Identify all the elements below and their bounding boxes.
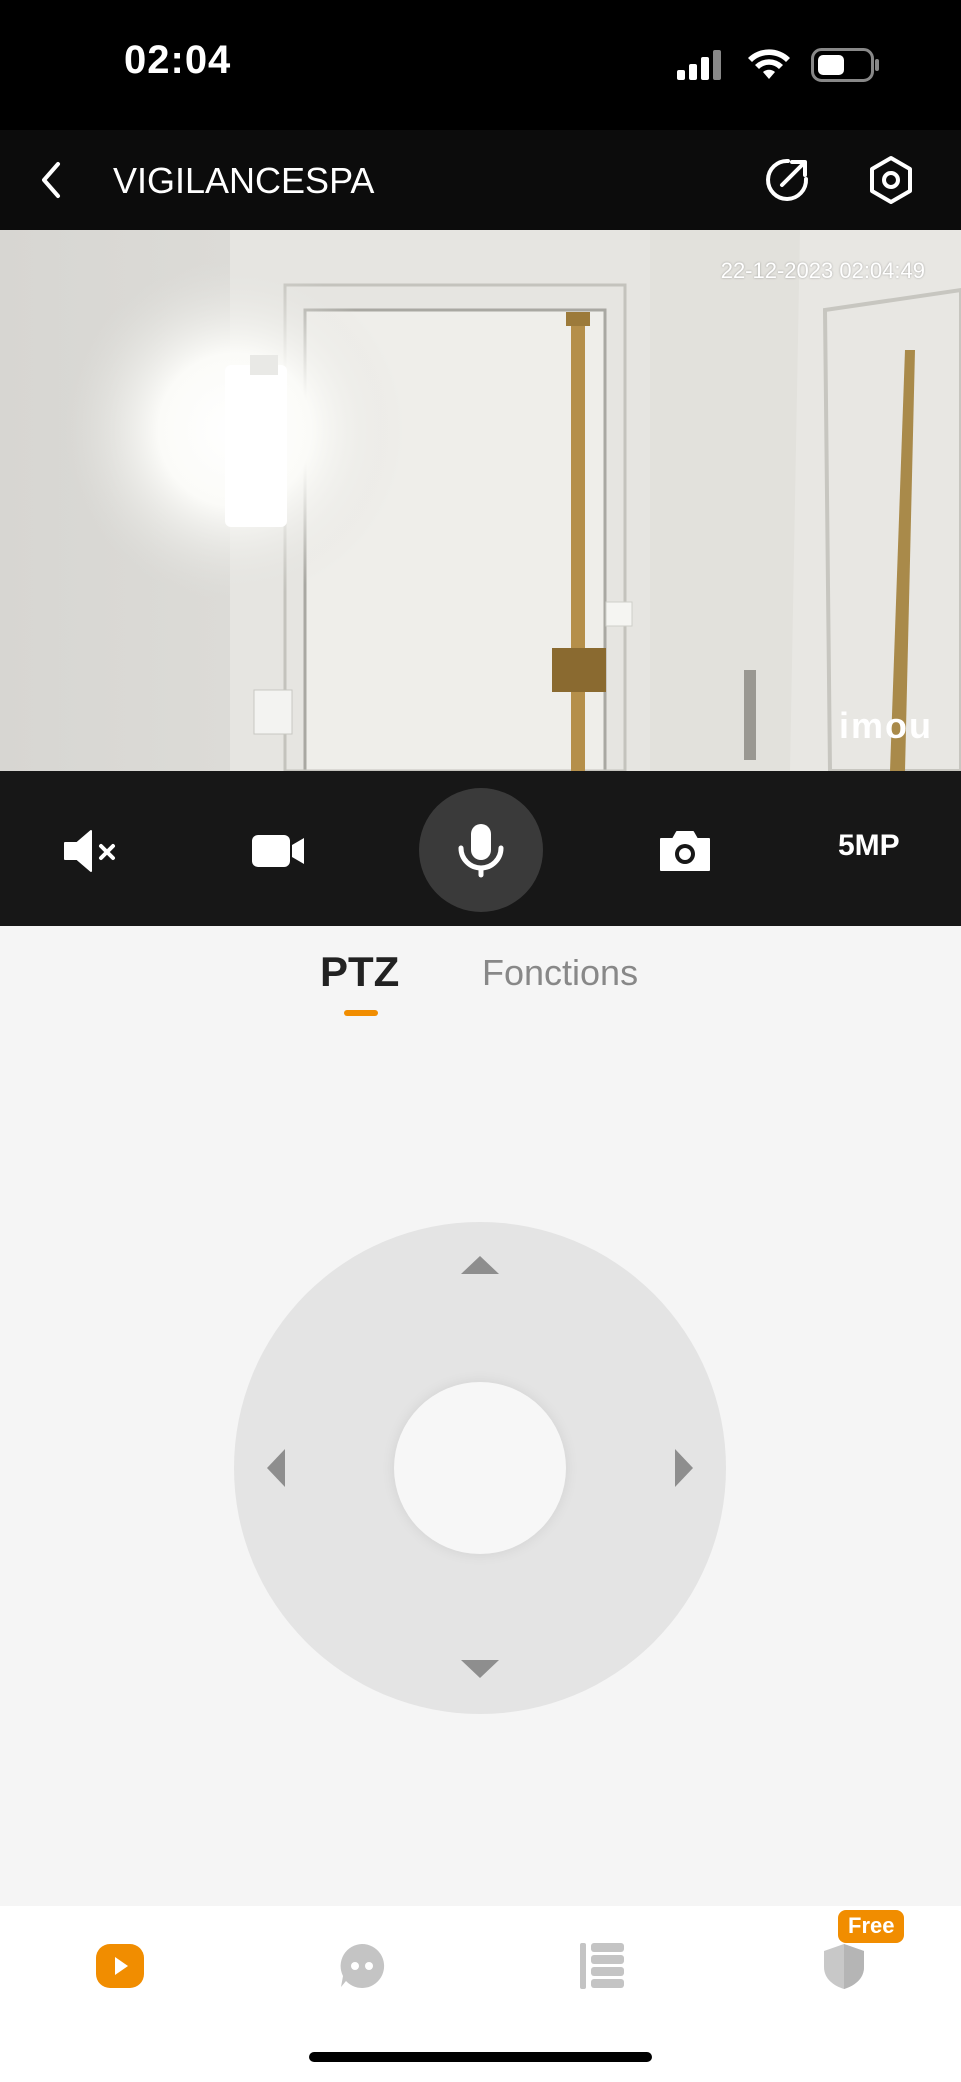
wifi-icon bbox=[748, 49, 790, 79]
video-record-icon bbox=[252, 835, 304, 867]
brand-logo: imou bbox=[839, 705, 933, 746]
status-icons bbox=[677, 48, 881, 82]
home-indicator[interactable] bbox=[309, 2052, 652, 2062]
ptz-right-arrow-icon[interactable] bbox=[675, 1449, 693, 1487]
list-icon bbox=[580, 1943, 624, 1989]
live-controls: 5MP bbox=[0, 771, 961, 926]
ptz-joystick[interactable] bbox=[234, 1222, 726, 1714]
ptz-down-arrow-icon[interactable] bbox=[461, 1660, 499, 1678]
battery-icon bbox=[811, 48, 879, 82]
mute-button[interactable] bbox=[56, 816, 126, 886]
chevron-left-icon bbox=[42, 162, 60, 198]
active-tab-indicator bbox=[344, 1010, 378, 1016]
nav-security[interactable] bbox=[814, 1936, 874, 1996]
status-bar: 02:04 bbox=[0, 0, 961, 130]
back-button[interactable] bbox=[26, 155, 76, 205]
tab-ptz[interactable]: PTZ bbox=[320, 948, 399, 996]
share-icon bbox=[766, 158, 809, 201]
shield-icon bbox=[824, 1944, 864, 1989]
chat-icon bbox=[340, 1943, 385, 1988]
settings-button[interactable] bbox=[866, 155, 916, 205]
nav-list[interactable] bbox=[572, 1936, 632, 1996]
page-title: VIGILANCESPA bbox=[113, 160, 375, 201]
speaker-muted-icon bbox=[64, 830, 115, 872]
tab-fonctions[interactable]: Fonctions bbox=[482, 952, 638, 994]
app-header: VIGILANCESPA bbox=[0, 130, 961, 230]
free-badge: Free bbox=[838, 1910, 905, 1943]
joystick-handle[interactable] bbox=[394, 1382, 566, 1554]
video-timestamp: 22-12-2023 02:04:49 bbox=[720, 258, 925, 283]
camera-scene-image bbox=[0, 230, 961, 771]
camera-live-feed[interactable]: 22-12-2023 02:04:49 imou bbox=[0, 230, 961, 771]
talk-button[interactable] bbox=[419, 788, 543, 912]
settings-icon bbox=[870, 156, 912, 204]
snapshot-button[interactable] bbox=[650, 816, 720, 886]
tab-bar: PTZ Fonctions bbox=[0, 926, 961, 1036]
signal-icon bbox=[677, 50, 721, 80]
camera-icon bbox=[660, 831, 710, 871]
record-button[interactable] bbox=[243, 816, 313, 886]
ptz-up-arrow-icon[interactable] bbox=[461, 1256, 499, 1274]
nav-messages[interactable] bbox=[332, 1936, 392, 1996]
resolution-toggle[interactable]: 5MP bbox=[838, 829, 900, 863]
play-icon bbox=[96, 1944, 144, 1988]
nav-live[interactable] bbox=[90, 1936, 150, 1996]
status-time: 02:04 bbox=[124, 38, 232, 82]
share-button[interactable] bbox=[762, 155, 812, 205]
ptz-left-arrow-icon[interactable] bbox=[267, 1449, 285, 1487]
bottom-nav: Free bbox=[0, 1906, 961, 2082]
microphone-icon bbox=[458, 824, 504, 878]
